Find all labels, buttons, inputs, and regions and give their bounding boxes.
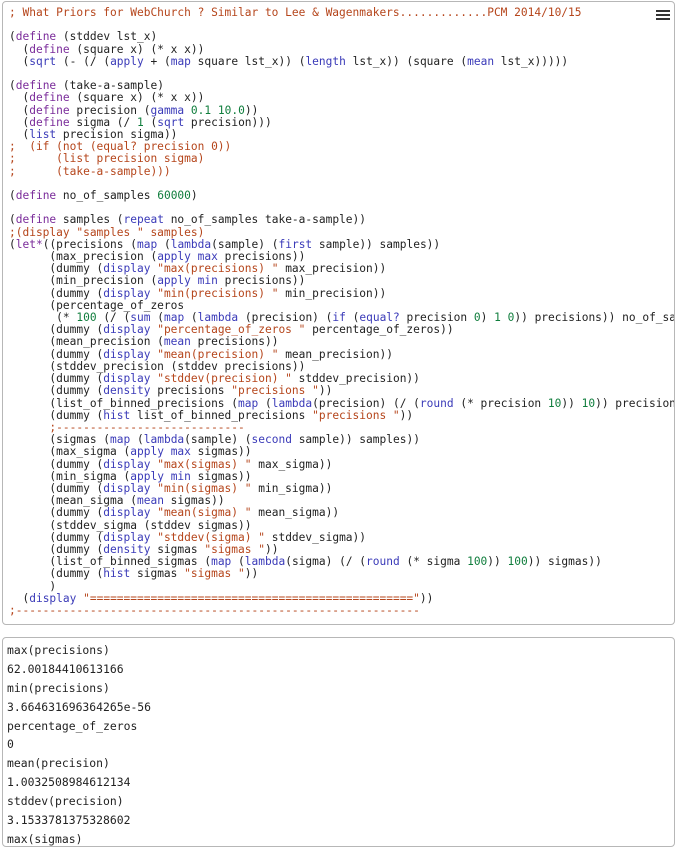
code-editor[interactable]: ; What Priors for WebChurch ? Similar to… (2, 1, 675, 625)
output-line: stddev(precision) (7, 794, 124, 809)
output-line: min(precisions) (7, 680, 110, 695)
output-line: 1.0032508984612134 (7, 775, 131, 790)
output-line: 3.664631696364265e-56 (7, 699, 152, 714)
output-line: 62.00184410613166 (7, 661, 124, 676)
hamburger-menu-icon[interactable] (656, 8, 670, 22)
output-line: max(precisions) (7, 643, 110, 657)
output-panel: max(precisions) 62.00184410613166 min(prec… (2, 637, 675, 847)
output-line: percentage_of_zeros (7, 718, 138, 733)
output-line: 0 (7, 737, 14, 752)
output-line: max(sigmas) (7, 831, 83, 846)
code-text[interactable]: ; What Priors for WebChurch ? Similar to… (3, 2, 674, 617)
output-line: mean(precision) (7, 756, 110, 771)
output-line: 3.1533781375328602 (7, 813, 131, 828)
